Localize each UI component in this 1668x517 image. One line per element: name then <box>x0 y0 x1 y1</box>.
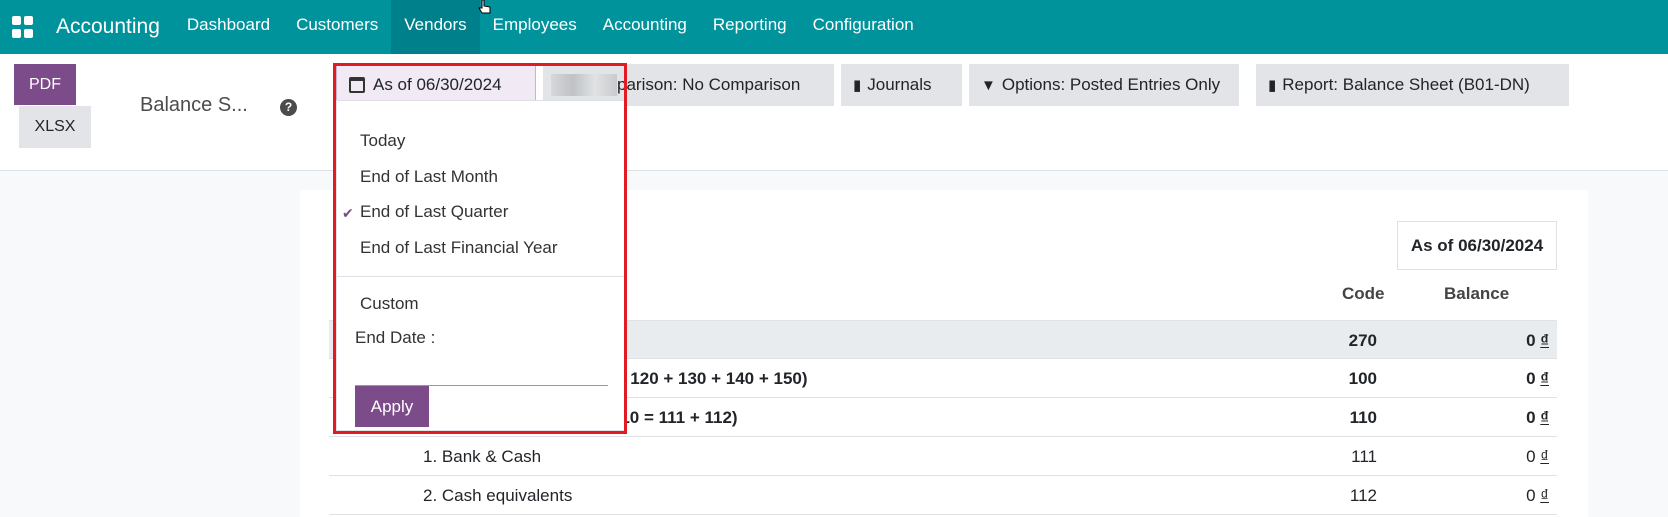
dropdown-divider <box>337 276 624 277</box>
comparison-filter-label: parison: No Comparison <box>617 75 801 94</box>
row-code: 110 <box>1349 408 1377 427</box>
nav-item-vendors[interactable]: Vendors <box>391 0 480 54</box>
apps-menu-icon[interactable] <box>12 16 34 38</box>
journals-filter-button[interactable]: ▮ Journals <box>841 64 962 106</box>
table-row[interactable]: 1. Bank & Cash 111 0 ₫ <box>329 437 1557 476</box>
row-balance: 0 ₫ <box>1526 408 1549 427</box>
options-filter-button[interactable]: ▼ Options: Posted Entries Only <box>969 64 1239 106</box>
row-code: 111 <box>1351 447 1377 466</box>
nav-item-accounting[interactable]: Accounting <box>590 0 700 54</box>
code-column-header: Code <box>1342 284 1385 303</box>
control-panel: PDF XLSX Balance S... ? As of 06/30/2024… <box>0 54 1668 171</box>
row-balance: 0 ₫ <box>1526 447 1549 466</box>
nav-item-configuration[interactable]: Configuration <box>800 0 927 54</box>
date-filter-dropdown: Today End of Last Month ✔ End of Last Qu… <box>336 100 625 431</box>
row-balance: 0 ₫ <box>1526 486 1549 505</box>
row-balance: 0 ₫ <box>1526 331 1549 350</box>
row-code: 112 <box>1349 486 1377 505</box>
filter-icon: ▼ <box>981 76 996 94</box>
nav-item-dashboard[interactable]: Dashboard <box>174 0 283 54</box>
dropdown-item-custom[interactable]: Custom <box>360 294 419 314</box>
page-title: Balance S... <box>140 94 248 116</box>
hand-cursor-icon <box>478 0 491 14</box>
nav-item-customers[interactable]: Customers <box>283 0 391 54</box>
period-column-header: As of 06/30/2024 <box>1397 221 1557 270</box>
dropdown-item-end-of-last-quarter[interactable]: End of Last Quarter <box>360 202 508 222</box>
nav-item-employees[interactable]: Employees <box>480 0 590 54</box>
date-filter-label: As of 06/30/2024 <box>373 75 502 94</box>
row-name: 1. Bank & Cash <box>423 447 542 466</box>
book-icon: ▮ <box>853 77 862 94</box>
end-date-label: End Date : <box>355 328 436 347</box>
journals-filter-label: Journals <box>867 75 932 94</box>
report-filter-label: Report: Balance Sheet (B01-DN) <box>1282 75 1530 94</box>
check-icon: ✔ <box>342 205 354 221</box>
nav-item-reporting[interactable]: Reporting <box>700 0 800 54</box>
top-navbar: Accounting Dashboard Customers Vendors E… <box>0 0 1668 54</box>
blurred-icon <box>551 74 617 96</box>
row-balance: 0 ₫ <box>1526 369 1549 388</box>
end-date-input[interactable] <box>355 362 608 386</box>
row-name: 2. Cash equivalents <box>423 486 573 505</box>
dropdown-item-end-of-last-financial-year[interactable]: End of Last Financial Year <box>360 238 558 258</box>
app-name[interactable]: Accounting <box>56 15 160 39</box>
help-icon[interactable]: ? <box>280 99 297 116</box>
xlsx-button[interactable]: XLSX <box>19 106 91 148</box>
dropdown-item-end-of-last-month[interactable]: End of Last Month <box>360 167 498 187</box>
options-filter-label: Options: Posted Entries Only <box>1001 75 1221 94</box>
report-filter-button[interactable]: ▮ Report: Balance Sheet (B01-DN) <box>1256 64 1569 106</box>
apply-button[interactable]: Apply <box>355 386 429 427</box>
dropdown-item-today[interactable]: Today <box>360 131 405 151</box>
pdf-button[interactable]: PDF <box>14 64 76 105</box>
calendar-icon <box>349 77 365 93</box>
book-icon: ▮ <box>1268 77 1277 94</box>
balance-column-header: Balance <box>1444 284 1510 303</box>
row-code: 100 <box>1348 369 1377 388</box>
row-code: 270 <box>1348 331 1377 350</box>
table-row[interactable]: 2. Cash equivalents 112 0 ₫ <box>329 476 1557 515</box>
